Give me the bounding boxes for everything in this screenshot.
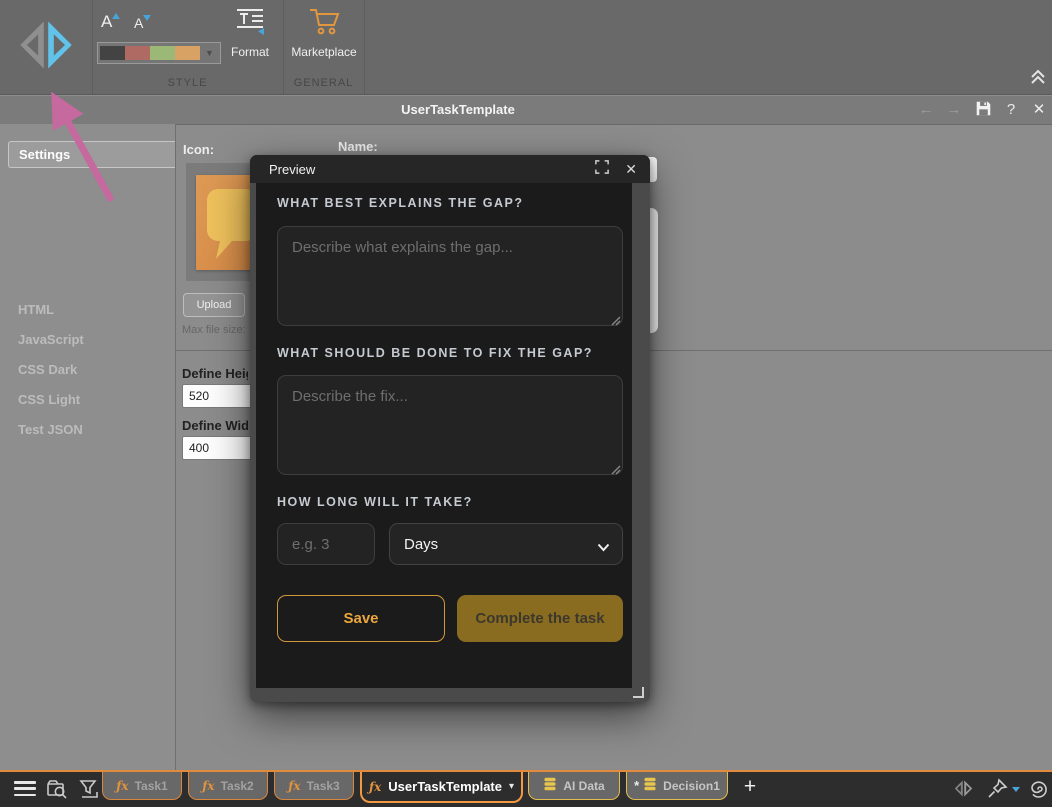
triangle-up-icon (112, 13, 120, 19)
marketplace-button-label: Marketplace (291, 45, 356, 59)
sidebar-item-css-light[interactable]: CSS Light (18, 392, 80, 407)
pushpin-icon[interactable] (986, 778, 1008, 800)
max-file-size-label: Max file size: (182, 324, 246, 336)
close-document-button[interactable]: ✕ (1029, 101, 1049, 119)
tab-task2[interactable]: ƒx Task2 (188, 772, 268, 800)
increase-font-glyph: A (101, 12, 112, 31)
chevron-down-icon[interactable]: ▼ (205, 48, 214, 58)
save-button[interactable] (973, 100, 993, 118)
tab-label: AI Data (563, 779, 604, 793)
app-logo-button[interactable] (0, 0, 92, 94)
ribbon-separator (364, 0, 365, 94)
sidebar-item-css-dark[interactable]: CSS Dark (18, 362, 77, 377)
text-format-icon (235, 8, 265, 39)
fx-icon: ƒx (288, 779, 300, 793)
palette-swatch (175, 46, 200, 60)
fx-icon: ƒx (116, 779, 128, 793)
gap-explain-textarea[interactable] (277, 226, 623, 326)
color-theme-picker[interactable]: ▼ (97, 42, 221, 64)
database-icon (643, 777, 657, 794)
workflow-tab-bar: ƒx Task1 ƒx Task2 ƒx Task3 ƒx UserTaskTe… (0, 770, 1052, 807)
tab-label: Decision1 (663, 779, 720, 793)
fx-icon: ƒx (369, 780, 381, 794)
shopping-cart-icon (306, 6, 342, 39)
gap-fix-textarea[interactable] (277, 375, 623, 475)
tab-label: UserTaskTemplate (388, 779, 502, 794)
app-logo-small-icon[interactable] (954, 779, 976, 801)
tab-usertasktemplate-active[interactable]: ƒx UserTaskTemplate ▾ (360, 772, 523, 803)
triangle-down-icon (143, 15, 151, 21)
chevron-down-icon[interactable] (1012, 787, 1020, 792)
tab-task1[interactable]: ƒx Task1 (102, 772, 182, 800)
palette-swatch (100, 46, 125, 60)
sidebar-item-test-json[interactable]: Test JSON (18, 422, 83, 437)
save-button[interactable]: Save (277, 595, 445, 642)
increase-font-button[interactable]: A (101, 12, 112, 32)
tab-label: Task3 (307, 779, 340, 793)
upload-icon-button[interactable]: Upload (183, 293, 245, 317)
search-documents-icon[interactable] (46, 778, 68, 800)
sidebar-item-settings[interactable]: Settings (8, 141, 175, 168)
app-logo-icon (18, 17, 74, 78)
spiral-icon[interactable] (1027, 778, 1049, 800)
upload-button-label: Upload (197, 299, 232, 311)
format-button-label: Format (231, 45, 269, 59)
expand-modal-button[interactable] (595, 160, 609, 179)
fx-icon: ƒx (202, 779, 214, 793)
preview-modal: Preview ✕ WHAT BEST EXPLAINS THE GAP? WH… (250, 155, 650, 702)
tab-task3[interactable]: ƒx Task3 (274, 772, 354, 800)
duration-label: HOW LONG WILL IT TAKE? (277, 495, 473, 509)
help-button[interactable]: ? (1001, 101, 1021, 119)
tab-ai-data[interactable]: AI Data (528, 772, 620, 800)
style-group-label: STYLE (92, 77, 283, 89)
chevron-down-icon[interactable]: ▾ (509, 781, 514, 792)
document-titlebar: UserTaskTemplate ← → ? ✕ (0, 95, 1052, 125)
preview-modal-title: Preview (269, 162, 315, 177)
menu-icon[interactable] (14, 781, 36, 796)
gap-fix-label: WHAT SHOULD BE DONE TO FIX THE GAP? (277, 346, 593, 360)
tab-label: Task1 (135, 779, 168, 793)
duration-unit-select[interactable]: Days (389, 523, 623, 565)
document-title: UserTaskTemplate (401, 102, 515, 117)
modal-resize-handle[interactable] (633, 687, 644, 698)
define-width-label: Define Width: (182, 418, 248, 433)
duration-amount-input[interactable] (277, 523, 375, 565)
general-group-label: GENERAL (283, 77, 364, 89)
format-button[interactable]: Format (224, 8, 276, 59)
settings-sidebar: Settings HTML JavaScript CSS Dark CSS Li… (0, 124, 176, 770)
tab-label: Task2 (221, 779, 254, 793)
define-height-label: Define Height: (182, 366, 248, 381)
filter-view-icon[interactable] (78, 778, 100, 800)
decrease-font-glyph: A (134, 15, 143, 31)
back-button[interactable]: ← (916, 101, 936, 119)
preview-modal-titlebar[interactable]: Preview ✕ (250, 155, 650, 183)
complete-task-button[interactable]: Complete the task (457, 595, 623, 642)
preview-modal-content: WHAT BEST EXPLAINS THE GAP? WHAT SHOULD … (256, 183, 632, 688)
add-tab-button[interactable]: + (738, 775, 762, 799)
sidebar-item-label: Settings (19, 147, 70, 162)
decrease-font-button[interactable]: A (134, 15, 143, 31)
palette-swatch (150, 46, 175, 60)
app-window: A A ▼ Format (0, 0, 1052, 807)
close-modal-button[interactable]: ✕ (625, 162, 637, 176)
forward-button[interactable]: → (944, 101, 964, 119)
gap-explain-label: WHAT BEST EXPLAINS THE GAP? (277, 196, 524, 210)
palette-swatch (125, 46, 150, 60)
sidebar-item-javascript[interactable]: JavaScript (18, 332, 84, 347)
name-field-label: Name: (338, 139, 378, 154)
icon-field-label: Icon: (183, 142, 214, 157)
ribbon-toolbar: A A ▼ Format (0, 0, 1052, 95)
floppy-disk-icon (975, 104, 992, 121)
sidebar-item-html[interactable]: HTML (18, 302, 54, 317)
database-icon (543, 777, 557, 794)
marketplace-button[interactable]: Marketplace (286, 6, 362, 59)
modified-indicator: * (634, 778, 639, 793)
tab-decision1[interactable]: * Decision1 (626, 772, 728, 800)
collapse-ribbon-button[interactable] (1028, 68, 1048, 86)
